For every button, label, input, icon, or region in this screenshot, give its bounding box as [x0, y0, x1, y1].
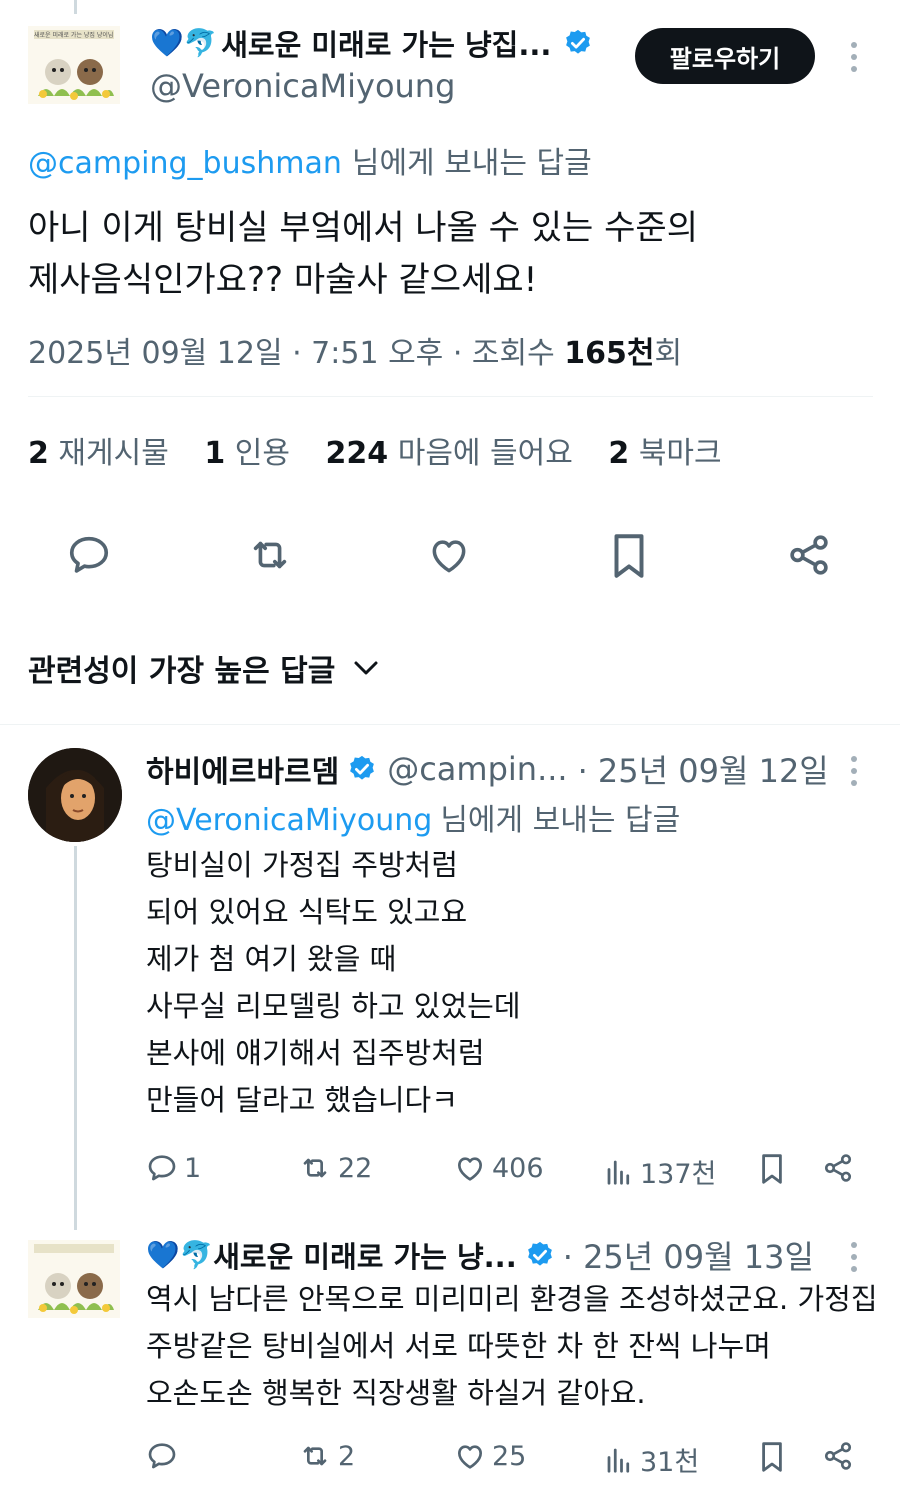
more-icon[interactable]: [850, 756, 858, 786]
chevron-down-icon: [354, 661, 378, 675]
repost-count: 22: [338, 1152, 373, 1184]
reply-text: 역시 남다른 안목으로 미리미리 환경을 조성하셨군요. 가정집 주방같은 탕비…: [146, 1276, 878, 1417]
reply-to-suffix: 님에게 보내는 답글: [351, 146, 592, 181]
reply-reply-button[interactable]: [146, 1440, 184, 1472]
bookmark-icon[interactable]: [758, 1152, 786, 1190]
quotes-count[interactable]: 1: [204, 436, 225, 471]
reply-text-line: 사무실 리모델링 하고 있었는데: [146, 989, 521, 1023]
share-icon[interactable]: [822, 1152, 854, 1188]
bookmarks-label[interactable]: 북마크: [639, 436, 722, 471]
tweet-text: 아니 이게 탕비실 부엌에서 나올 수 있는 수준의 제사음식인가요?? 마술사…: [28, 202, 698, 306]
reply-text-line: 주방같은 탕비실에서 서로 따뜻한 차 한 잔씩 나누며: [146, 1329, 771, 1363]
tweet-text-line: 제사음식인가요?? 마술사 같으세요!: [28, 260, 538, 300]
engagement-stats: 2 재게시물 1 인용 224 마음에 들어요 2 북마크: [28, 428, 748, 472]
author-name-row[interactable]: 💙🐬 새로운 미래로 가는 냥집...: [150, 22, 593, 64]
reply-like-button[interactable]: 406: [454, 1152, 544, 1184]
reply-header: 💙🐬 새로운 미래로 가는 냥... · 25년 09월 13일: [146, 1232, 814, 1278]
thread-connector: [74, 846, 77, 1230]
like-icon: [458, 1157, 482, 1181]
reply-text-line: 탕비실이 가정집 주방처럼: [146, 848, 458, 882]
reply-context: @VeronicaMiyoung 님에게 보내는 답글: [146, 795, 680, 839]
like-count: 25: [492, 1440, 527, 1472]
tweet-text-line: 아니 이게 탕비실 부엌에서 나올 수 있는 수준의: [28, 208, 698, 248]
divider: [28, 396, 873, 397]
reply-author-emoji: 💙🐬: [146, 1240, 214, 1271]
views-count: 165천: [564, 336, 655, 371]
views-count: 31천: [640, 1447, 700, 1478]
reply-views-button[interactable]: 137천: [604, 1152, 716, 1191]
repost-count: 2: [338, 1440, 356, 1472]
repost-icon: [303, 1446, 327, 1466]
reply-to-suffix: 님에게 보내는 답글: [440, 803, 681, 838]
reply-like-button[interactable]: 25: [454, 1440, 526, 1472]
reply-author-name[interactable]: 새로운 미래로 가는 냥...: [213, 1234, 516, 1276]
avatar-caption: 새로운 미래로 가는 냥집 냥이님: [34, 32, 114, 39]
likes-label[interactable]: 마음에 들어요: [398, 436, 573, 471]
reply-date[interactable]: · 25년 09월 12일: [578, 746, 829, 792]
reply-date[interactable]: · 25년 09월 13일: [563, 1232, 814, 1278]
author-display-name: 새로운 미래로 가는 냥집...: [221, 28, 552, 62]
person-avatar-image: [28, 748, 122, 842]
tweet-timestamp-and-views-label[interactable]: 2025년 09월 12일 · 7:51 오후 · 조회수: [28, 336, 564, 371]
reply-reply-button[interactable]: 1: [146, 1152, 201, 1184]
verified-badge-icon: [527, 1241, 552, 1266]
reply-text-line: 제가 첨 여기 왔을 때: [146, 942, 397, 976]
verified-badge-icon: [566, 29, 591, 54]
reply-context: @camping_bushman 님에게 보내는 답글: [28, 138, 592, 182]
author-avatar[interactable]: 새로운 미래로 가는 냥집 냥이님: [28, 26, 120, 104]
author-emoji: 💙🐬: [150, 28, 218, 59]
thread-connector-top: [74, 0, 77, 14]
bookmarks-count[interactable]: 2: [608, 436, 629, 471]
avatar-image: 새로운 미래로 가는 냥집 냥이님: [28, 26, 120, 104]
repost-icon[interactable]: [246, 532, 294, 578]
reposts-label[interactable]: 재게시물: [58, 436, 168, 471]
like-count: 406: [492, 1152, 544, 1184]
reply-text: 탕비실이 가정집 주방처럼 되어 있어요 식탁도 있고요 제가 첨 여기 왔을 …: [146, 842, 521, 1124]
reposts-count[interactable]: 2: [28, 436, 49, 471]
views-suffix: 회: [654, 336, 683, 371]
reply-repost-button[interactable]: 2: [298, 1440, 355, 1472]
reply-repost-button[interactable]: 22: [298, 1152, 372, 1184]
reply-to-handle-link[interactable]: @camping_bushman: [28, 146, 342, 181]
bookmark-icon[interactable]: [758, 1440, 786, 1478]
reply-sort-dropdown[interactable]: 관련성이 가장 높은 답글: [28, 646, 379, 690]
reply-avatar[interactable]: [28, 748, 122, 842]
reply-text-line: 오손도손 행복한 직장생활 하실거 같아요.: [146, 1376, 646, 1410]
like-icon[interactable]: [426, 533, 472, 577]
reply-views-button[interactable]: 31천: [604, 1440, 699, 1479]
views-count: 137천: [640, 1159, 717, 1190]
reply-count: 1: [184, 1152, 202, 1184]
bookmark-icon[interactable]: [608, 531, 650, 581]
reply-header: 하비에르바르뎀 @campin... · 25년 09월 12일: [146, 746, 829, 792]
share-icon[interactable]: [822, 1440, 854, 1476]
follow-button[interactable]: 팔로우하기: [635, 28, 815, 84]
quotes-label[interactable]: 인용: [235, 436, 290, 471]
reply-author-name[interactable]: 하비에르바르뎀: [146, 747, 339, 791]
sort-label: 관련성이 가장 높은 답글: [28, 654, 336, 689]
reply-text-line: 역시 남다른 안목으로 미리미리 환경을 조성하셨군요. 가정집: [146, 1282, 878, 1316]
reply-text-line: 본사에 얘기해서 집주방처럼: [146, 1036, 485, 1070]
views-icon: [607, 1448, 630, 1473]
reply-text-line: 만들어 달라고 했습니다ㅋ: [146, 1083, 458, 1117]
more-icon[interactable]: [850, 42, 858, 72]
like-icon: [458, 1445, 482, 1469]
verified-badge-icon: [350, 755, 375, 780]
views-icon: [607, 1160, 630, 1185]
author-handle[interactable]: @VeronicaMiyoung: [150, 67, 455, 105]
cat-avatar-illustration: [28, 1240, 120, 1318]
repost-icon: [303, 1158, 327, 1178]
reply-text-line: 되어 있어요 식탁도 있고요: [146, 895, 468, 929]
reply-icon: [148, 1155, 176, 1181]
divider: [0, 724, 900, 725]
reply-author-handle[interactable]: @campin...: [387, 750, 567, 788]
reply-to-handle-link[interactable]: @VeronicaMiyoung: [146, 803, 432, 838]
share-icon[interactable]: [786, 532, 832, 578]
likes-count[interactable]: 224: [326, 436, 389, 471]
tweet-meta: 2025년 09월 12일 · 7:51 오후 · 조회수 165천회: [28, 328, 682, 372]
more-icon[interactable]: [850, 1242, 858, 1272]
reply-avatar[interactable]: [28, 1240, 120, 1318]
reply-icon[interactable]: [66, 532, 112, 578]
reply-icon: [148, 1443, 176, 1469]
avatar-image: [28, 1240, 120, 1318]
